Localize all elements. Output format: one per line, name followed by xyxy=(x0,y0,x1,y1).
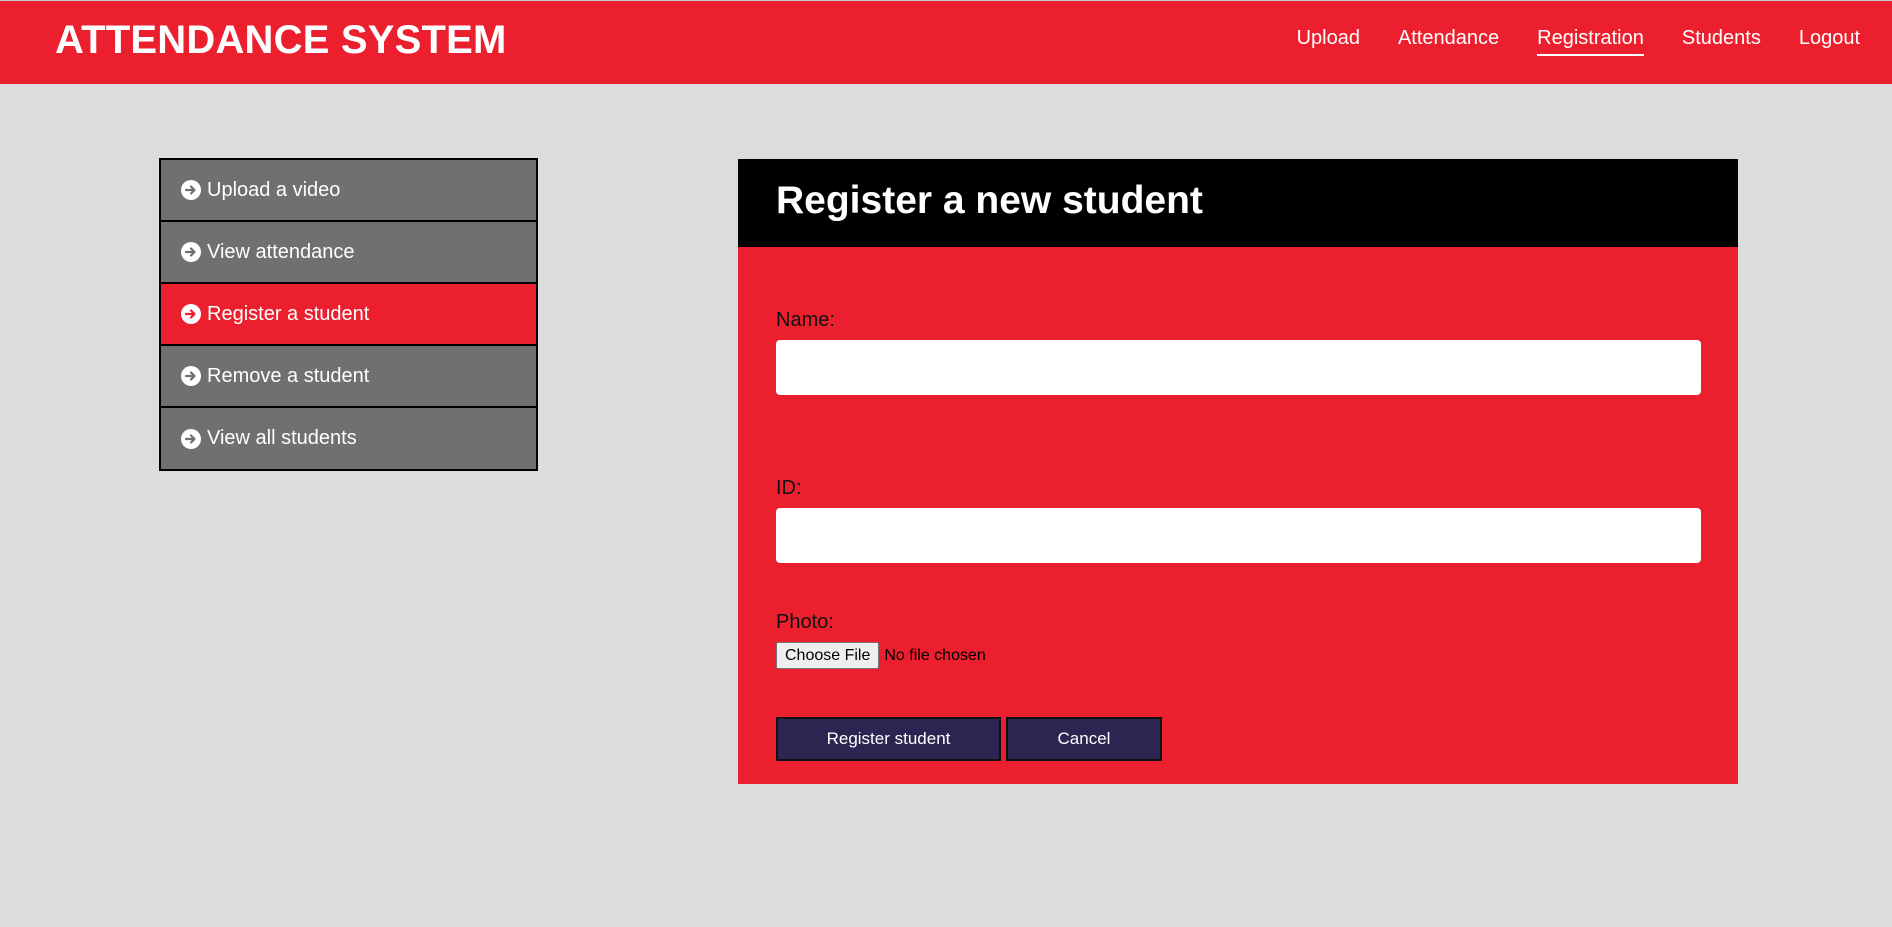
choose-file-button[interactable]: Choose File xyxy=(776,642,880,669)
name-label: Name: xyxy=(776,309,835,331)
arrow-circle-right-icon xyxy=(181,180,201,200)
arrow-circle-right-icon xyxy=(181,242,201,262)
id-input[interactable] xyxy=(776,508,1701,563)
sidebar-item-label: View all students xyxy=(207,427,357,449)
top-navbar: ATTENDANCE SYSTEM Upload Attendance Regi… xyxy=(0,0,1892,84)
photo-label: Photo: xyxy=(776,611,834,633)
register-student-button[interactable]: Register student xyxy=(776,717,1001,761)
nav-students[interactable]: Students xyxy=(1682,27,1761,56)
sidebar-item-upload-video[interactable]: Upload a video xyxy=(161,160,536,222)
registration-form: Name: ID: Photo: Choose File No file cho… xyxy=(738,309,1738,761)
photo-file-input: Choose File No file chosen xyxy=(776,642,1700,669)
app-title: ATTENDANCE SYSTEM xyxy=(55,18,507,62)
sidebar-item-label: Upload a video xyxy=(207,178,341,201)
main-nav: Upload Attendance Registration Students … xyxy=(1297,27,1860,56)
file-status-text: No file chosen xyxy=(884,646,986,664)
sidebar-item-view-attendance[interactable]: View attendance xyxy=(161,222,536,284)
nav-registration[interactable]: Registration xyxy=(1537,27,1644,56)
arrow-circle-right-icon xyxy=(181,428,201,449)
arrow-circle-right-icon xyxy=(181,366,201,386)
side-menu: Upload a video View attendance Register … xyxy=(159,158,538,471)
nav-logout[interactable]: Logout xyxy=(1799,27,1860,56)
arrow-circle-right-icon xyxy=(181,304,201,324)
id-label: ID: xyxy=(776,477,802,499)
sidebar-item-label: Remove a student xyxy=(207,364,370,387)
sidebar-item-remove-student[interactable]: Remove a student xyxy=(161,346,536,408)
panel-title: Register a new student xyxy=(738,159,1738,247)
sidebar-item-register-student[interactable]: Register a student xyxy=(161,284,536,346)
nav-upload[interactable]: Upload xyxy=(1297,27,1360,56)
sidebar-item-label: View attendance xyxy=(207,240,355,263)
sidebar-item-label: Register a student xyxy=(207,302,370,325)
nav-attendance[interactable]: Attendance xyxy=(1398,27,1499,56)
registration-panel: Register a new student Name: ID: Photo: … xyxy=(738,159,1738,784)
sidebar-item-view-all-students[interactable]: View all students xyxy=(161,408,536,469)
form-actions: Register student Cancel xyxy=(776,717,1700,761)
cancel-button[interactable]: Cancel xyxy=(1006,717,1162,761)
name-input[interactable] xyxy=(776,340,1701,395)
